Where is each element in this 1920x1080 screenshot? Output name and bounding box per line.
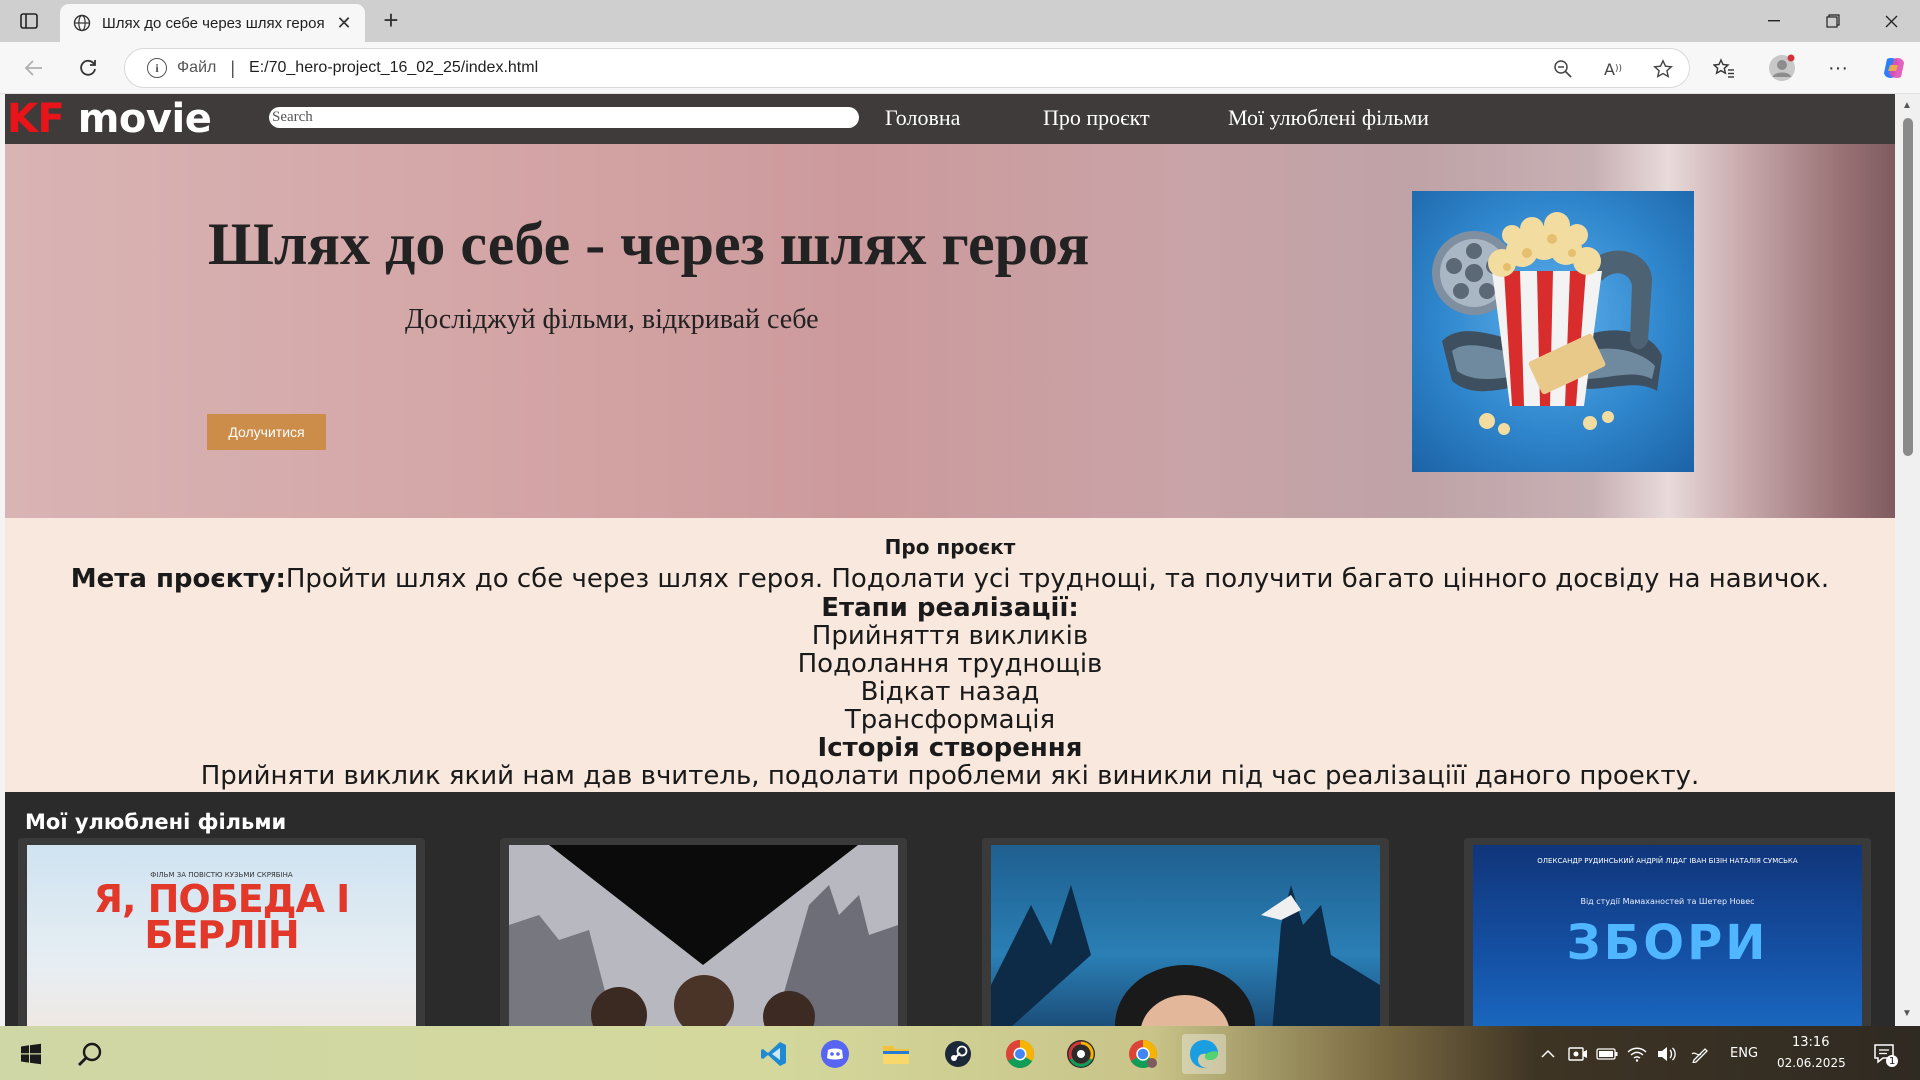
- movie-card[interactable]: ОЛЕКСАНДР РУДИНСЬКИЙ АНДРІЙ ЛІДАГ ІВАН Б…: [1464, 838, 1871, 1026]
- stage-item: Подолання труднощів: [797, 649, 1103, 679]
- poster-tagline: Від студії Мамаханостей та Шетер Новес: [1580, 897, 1755, 906]
- address-input[interactable]: i Файл | E:/70_hero-project_16_02_25/ind…: [124, 48, 1690, 88]
- start-windows-icon[interactable]: [9, 1034, 53, 1074]
- about-section: Про проєкт Мета проєкту:Пройти шлях до с…: [5, 518, 1895, 792]
- nav-link-favorites[interactable]: Мої улюблені фільми: [1228, 105, 1429, 131]
- input-language[interactable]: ENG: [1730, 1046, 1758, 1061]
- nav-link-about[interactable]: Про проєкт: [1043, 105, 1150, 131]
- steam-icon[interactable]: [936, 1034, 980, 1074]
- about-heading: Про проєкт: [884, 535, 1016, 559]
- browser-tab-bar: Шлях до себе через шлях героя ✕ +: [0, 0, 1920, 42]
- new-tab-button[interactable]: +: [376, 7, 406, 34]
- favorites-section: Мої улюблені фільми ФІЛЬМ ЗА ПОВІСТЮ КУЗ…: [5, 792, 1895, 1026]
- maximize-button[interactable]: [1804, 0, 1862, 42]
- stage-item: Трансформація: [844, 705, 1056, 735]
- movie-poster-2: [509, 845, 898, 1026]
- copilot-icon[interactable]: [1878, 53, 1910, 83]
- battery-icon[interactable]: [1594, 1034, 1620, 1074]
- movie-card[interactable]: ФІЛЬМ ЗА ПОВІСТЮ КУЗЬМИ СКРЯБІНА Я, ПОБЕ…: [18, 838, 425, 1026]
- hero-title: Шлях до себе - через шлях героя: [208, 211, 1090, 277]
- stage-item: Прийняття викликів: [811, 621, 1089, 651]
- movie-poster-3: [991, 845, 1380, 1026]
- history-text: Прийняти виклик який нам дав вчитель, по…: [200, 761, 1700, 791]
- tab-actions-icon[interactable]: [14, 9, 44, 33]
- movie-poster-ya-pobeda-berlin: ФІЛЬМ ЗА ПОВІСТЮ КУЗЬМИ СКРЯБІНА Я, ПОБЕ…: [27, 845, 416, 1026]
- scroll-up-arrow-icon[interactable]: ▲: [1901, 100, 1913, 112]
- search-icon[interactable]: [68, 1034, 112, 1074]
- project-goal: Мета проєкту:Пройти шлях до сбе через шл…: [5, 564, 1895, 594]
- poster-title: Я, ПОБЕДА І БЕРЛІН: [93, 877, 351, 957]
- scroll-down-arrow-icon[interactable]: ▼: [1901, 1008, 1913, 1020]
- search-input[interactable]: [269, 107, 859, 128]
- browser-tab-active[interactable]: Шлях до себе через шлях героя ✕: [60, 4, 365, 42]
- goal-label: Мета проєкту:: [70, 564, 286, 594]
- discord-icon[interactable]: [813, 1034, 857, 1074]
- site-logo[interactable]: KF movie: [7, 96, 212, 142]
- minimize-button[interactable]: [1745, 0, 1803, 42]
- globe-icon: [72, 13, 92, 33]
- favorites-icon[interactable]: [1708, 53, 1740, 83]
- stage-item: Відкат назад: [860, 677, 1040, 707]
- back-button[interactable]: [18, 53, 50, 83]
- hero-section: Шлях до себе - через шлях героя Досліджу…: [5, 144, 1895, 518]
- info-icon[interactable]: i: [147, 58, 167, 78]
- file-label: Файл: [177, 59, 217, 76]
- url-text[interactable]: E:/70_hero-project_16_02_25/index.html: [249, 59, 538, 77]
- logo-movie: movie: [64, 96, 212, 142]
- close-tab-icon[interactable]: ✕: [333, 12, 355, 34]
- movie-poster-zbory: ОЛЕКСАНДР РУДИНСЬКИЙ АНДРІЙ ЛІДАГ ІВАН Б…: [1473, 845, 1862, 1026]
- edge-icon[interactable]: [1182, 1034, 1226, 1074]
- favorites-heading: Мої улюблені фільми: [25, 810, 287, 834]
- zoom-out-icon[interactable]: [1551, 57, 1575, 81]
- close-window-button[interactable]: [1862, 0, 1920, 42]
- chrome-icon[interactable]: [998, 1034, 1042, 1074]
- hero-subtitle: Досліджуй фільми, відкривай себе: [405, 304, 819, 335]
- page-scrollbar[interactable]: ▲ ▼: [1895, 94, 1920, 1026]
- read-aloud-icon[interactable]: A)): [1601, 57, 1625, 81]
- clock-time[interactable]: 13:16: [1792, 1035, 1829, 1050]
- chrome-profile-icon[interactable]: [1121, 1034, 1165, 1074]
- chrome-canary-icon[interactable]: [1059, 1034, 1103, 1074]
- browser-address-bar: i Файл | E:/70_hero-project_16_02_25/ind…: [0, 42, 1920, 94]
- vscode-icon[interactable]: [752, 1034, 796, 1074]
- file-explorer-icon[interactable]: [874, 1034, 918, 1074]
- scroll-thumb[interactable]: [1903, 118, 1913, 456]
- stages-heading: Етапи реалізації:: [821, 593, 1079, 623]
- logo-kf: KF: [7, 96, 65, 142]
- movie-card[interactable]: [500, 838, 907, 1026]
- tray-overflow-chevron-up-icon[interactable]: [1538, 1034, 1558, 1074]
- meet-now-icon[interactable]: [1565, 1034, 1591, 1074]
- tab-title: Шлях до себе через шлях героя: [102, 14, 325, 32]
- poster-title: ЗБОРИ: [1566, 915, 1769, 971]
- reload-button[interactable]: [72, 53, 104, 83]
- profile-avatar[interactable]: [1766, 53, 1798, 83]
- poster-credits: ОЛЕКСАНДР РУДИНСЬКИЙ АНДРІЙ ЛІДАГ ІВАН Б…: [1537, 857, 1798, 865]
- windows-taskbar: ENG 13:16 02.06.2025 1: [0, 1026, 1920, 1080]
- page-viewport: KF movie Головна Про проєкт Мої улюблені…: [5, 94, 1895, 1026]
- star-icon[interactable]: [1651, 57, 1675, 81]
- notification-center-icon[interactable]: 1: [1865, 1034, 1905, 1074]
- pen-icon[interactable]: [1688, 1034, 1714, 1074]
- popcorn-film-image: [1412, 191, 1694, 472]
- goal-text: Пройти шлях до сбе через шлях героя. Под…: [285, 564, 1830, 594]
- url-separator: |: [230, 57, 236, 78]
- site-header: KF movie Головна Про проєкт Мої улюблені…: [5, 94, 1895, 144]
- join-button[interactable]: Долучитися: [207, 414, 326, 450]
- volume-icon[interactable]: [1654, 1034, 1680, 1074]
- nav-link-home[interactable]: Головна: [885, 105, 960, 131]
- movie-card[interactable]: [982, 838, 1389, 1026]
- notification-count: 1: [1889, 1056, 1896, 1067]
- more-options-icon[interactable]: ···: [1822, 53, 1854, 83]
- clock-date[interactable]: 02.06.2025: [1777, 1056, 1846, 1070]
- wifi-icon[interactable]: [1624, 1034, 1650, 1074]
- history-heading: Історія створення: [817, 733, 1083, 763]
